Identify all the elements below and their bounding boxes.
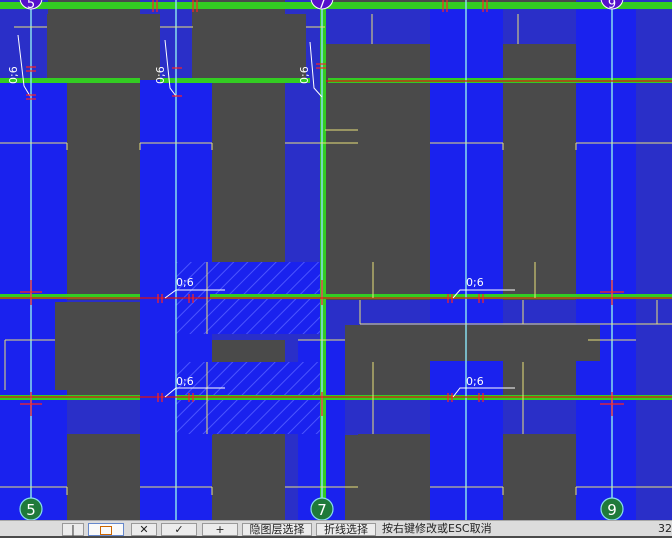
plus-tool-button[interactable]: + [202,523,238,536]
grid-bubble-bottom-label: 5 [26,501,36,519]
dimension-label: 0;6 [466,375,484,388]
cad-drawing-svg[interactable]: 0;6 0;6 0;6 0;6 0;6 0;6 0;6 5 7 9 5 7 9 [0,0,672,520]
dimension-label: 0;6 [7,66,20,84]
check-tool-button[interactable]: ✓ [161,523,197,536]
grid-bubble-bottom-label: 9 [607,501,617,519]
cross-icon: ✕ [139,523,149,536]
window-icon [100,526,112,535]
hidden-layer-select-button[interactable]: 隐图层选择 [242,523,312,536]
dimension-label: 0;6 [154,66,167,84]
dimension-label: 0;6 [176,375,194,388]
grid-bubble-top-label: 5 [27,0,35,12]
dimension-label: 0;6 [176,276,194,289]
grid-bubble-bottom-label: 7 [317,501,327,519]
cross-tool-button[interactable]: ✕ [131,523,157,536]
polyline-select-button[interactable]: 折线选择 [316,523,376,536]
coordinate-readout: 32 [658,522,672,535]
command-hint-text: 按右键修改或ESC取消 [382,522,492,535]
cad-drawing-canvas[interactable]: 0;6 0;6 0;6 0;6 0;6 0;6 0;6 5 7 9 5 7 9 [0,0,672,520]
dimension-label: 0;6 [466,276,484,289]
window-tool-button[interactable] [88,523,124,536]
grid-bubble-top-label: 7 [318,0,326,12]
dimension-label: 0;6 [298,66,311,84]
grid-bubble-top-label: 9 [608,0,616,12]
status-bar: | ✕ ✓ + 隐图层选择 折线选择 按右键修改或ESC取消 32 [0,520,672,536]
dash-tool-button[interactable]: | [62,523,84,536]
